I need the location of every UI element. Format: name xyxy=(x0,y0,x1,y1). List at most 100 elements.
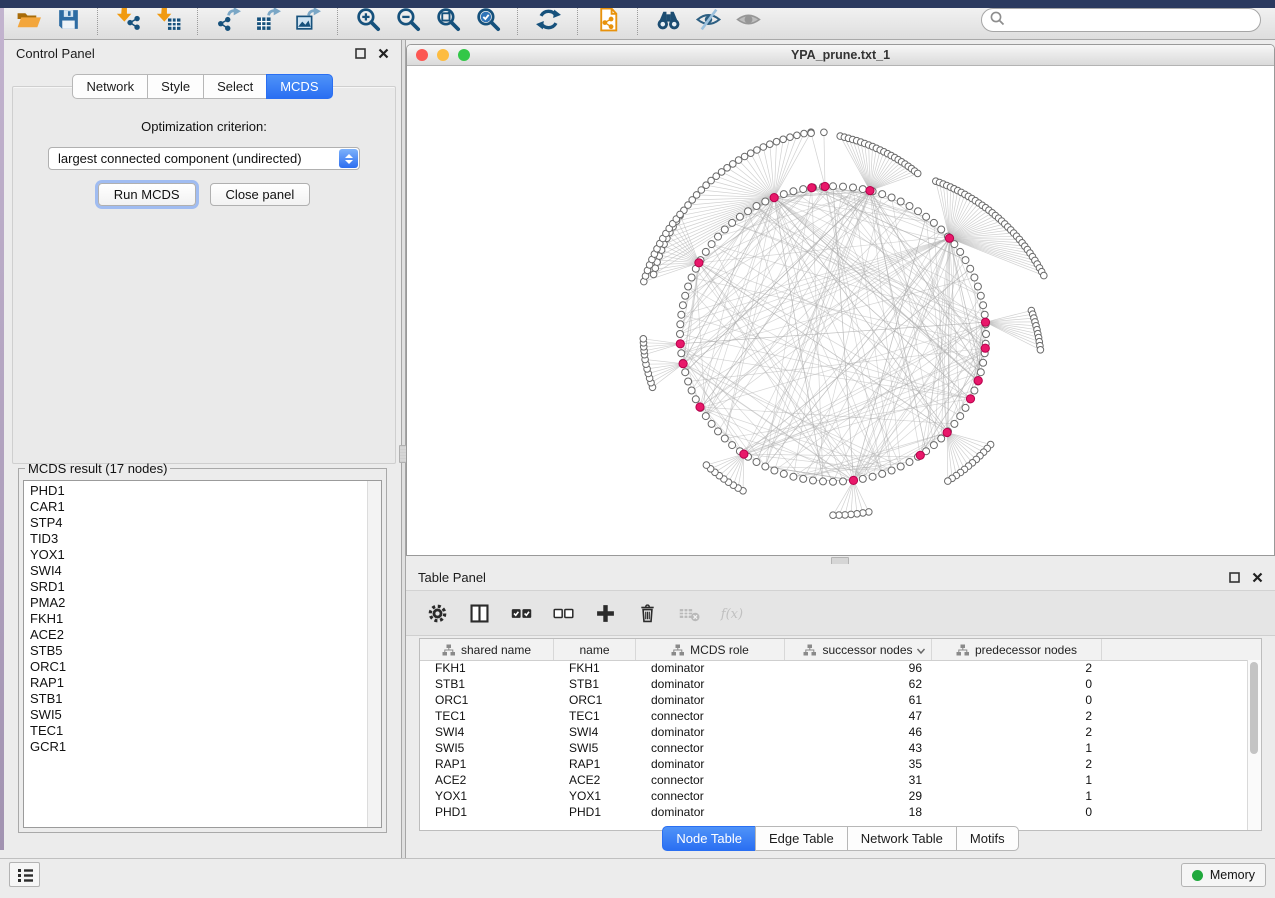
graph-node[interactable] xyxy=(930,219,937,226)
close-window-icon[interactable] xyxy=(416,49,428,61)
search-field[interactable] xyxy=(981,8,1261,32)
graph-node[interactable] xyxy=(897,463,904,470)
tab-style[interactable]: Style xyxy=(147,74,204,99)
close-panel-icon[interactable] xyxy=(378,48,389,59)
graph-node[interactable] xyxy=(729,219,736,226)
graph-node[interactable] xyxy=(830,183,837,190)
mcds-result-item[interactable]: RAP1 xyxy=(30,675,381,691)
mcds-list-scrollbar[interactable] xyxy=(367,481,381,827)
graph-leaf-node[interactable] xyxy=(801,130,808,137)
scrollbar-thumb[interactable] xyxy=(1250,662,1258,754)
graph-node[interactable] xyxy=(780,191,787,198)
graph-mcds-hub-node[interactable] xyxy=(740,450,748,458)
table-row[interactable]: SWI4SWI4dominator462 xyxy=(420,724,1248,740)
graph-node[interactable] xyxy=(708,241,715,248)
tab-edge-table[interactable]: Edge Table xyxy=(755,826,848,851)
mcds-result-item[interactable]: STB5 xyxy=(30,643,381,659)
graph-node[interactable] xyxy=(708,420,715,427)
graph-node[interactable] xyxy=(977,369,984,376)
table-row[interactable]: YOX1YOX1connector291 xyxy=(420,788,1248,804)
graph-node[interactable] xyxy=(820,478,827,485)
graph-node[interactable] xyxy=(753,459,760,466)
graph-mcds-hub-node[interactable] xyxy=(866,187,874,195)
graph-node[interactable] xyxy=(685,283,692,290)
graph-node[interactable] xyxy=(983,331,990,338)
add-column-button[interactable] xyxy=(594,602,617,625)
column-header-MCDS-role[interactable]: MCDS role xyxy=(636,639,785,660)
panel-menu-button[interactable] xyxy=(9,862,40,887)
graph-node[interactable] xyxy=(930,442,937,449)
graph-node[interactable] xyxy=(721,226,728,233)
graph-node[interactable] xyxy=(951,420,958,427)
graph-leaf-node[interactable] xyxy=(703,462,710,469)
graph-node[interactable] xyxy=(923,213,930,220)
graph-node[interactable] xyxy=(678,350,685,357)
graph-node[interactable] xyxy=(869,473,876,480)
graph-mcds-hub-node[interactable] xyxy=(676,340,684,348)
graph-node[interactable] xyxy=(850,184,857,191)
graph-node[interactable] xyxy=(682,369,689,376)
graph-leaf-node[interactable] xyxy=(1037,347,1044,354)
graph-leaf-node[interactable] xyxy=(821,129,828,136)
delete-columns-button[interactable] xyxy=(636,602,659,625)
graph-mcds-hub-node[interactable] xyxy=(981,318,989,326)
table-row[interactable]: STB1STB1dominator620 xyxy=(420,676,1248,692)
mcds-result-item[interactable]: ACE2 xyxy=(30,627,381,643)
graph-node[interactable] xyxy=(962,257,969,264)
graph-leaf-node[interactable] xyxy=(794,132,801,139)
graph-mcds-hub-node[interactable] xyxy=(849,476,857,484)
graph-node[interactable] xyxy=(957,248,964,255)
column-header-successor-nodes[interactable]: successor nodes xyxy=(785,639,932,660)
graph-node[interactable] xyxy=(736,213,743,220)
optimization-criterion-select[interactable]: largest connected component (undirected) xyxy=(48,147,360,170)
graph-node[interactable] xyxy=(938,226,945,233)
table-row[interactable]: SWI5SWI5connector431 xyxy=(420,740,1248,756)
column-header-predecessor-nodes[interactable]: predecessor nodes xyxy=(932,639,1102,660)
graph-node[interactable] xyxy=(745,208,752,215)
mcds-result-item[interactable]: STB1 xyxy=(30,691,381,707)
graph-leaf-node[interactable] xyxy=(741,153,748,160)
graph-node[interactable] xyxy=(800,186,807,193)
graph-node[interactable] xyxy=(977,292,984,299)
graph-leaf-node[interactable] xyxy=(780,136,787,143)
mcds-result-item[interactable]: PMA2 xyxy=(30,595,381,611)
graph-leaf-node[interactable] xyxy=(650,271,657,278)
graph-mcds-hub-node[interactable] xyxy=(974,377,982,385)
show-columns-button[interactable] xyxy=(468,602,491,625)
graph-leaf-node[interactable] xyxy=(640,336,647,343)
graph-mcds-hub-node[interactable] xyxy=(770,194,778,202)
table-row[interactable]: TEC1TEC1connector472 xyxy=(420,708,1248,724)
graph-node[interactable] xyxy=(771,467,778,474)
table-row[interactable]: ACE2ACE2connector311 xyxy=(420,772,1248,788)
mcds-result-item[interactable]: TID3 xyxy=(30,531,381,547)
graph-node[interactable] xyxy=(800,475,807,482)
graph-node[interactable] xyxy=(790,188,797,195)
mcds-result-list[interactable]: PHD1CAR1STP4TID3YOX1SWI4SRD1PMA2FKH1ACE2… xyxy=(23,480,382,828)
graph-leaf-node[interactable] xyxy=(945,478,952,485)
table-row[interactable]: FKH1FKH1dominator962 xyxy=(420,660,1248,676)
mcds-result-item[interactable]: SWI5 xyxy=(30,707,381,723)
mcds-result-item[interactable]: CAR1 xyxy=(30,499,381,515)
graph-node[interactable] xyxy=(688,274,695,281)
graph-node[interactable] xyxy=(702,413,709,420)
graph-node[interactable] xyxy=(967,265,974,272)
graph-node[interactable] xyxy=(830,478,837,485)
graph-leaf-node[interactable] xyxy=(760,144,767,151)
graph-node[interactable] xyxy=(859,475,866,482)
deselect-all-rows-button[interactable] xyxy=(552,602,575,625)
tab-network-table[interactable]: Network Table xyxy=(847,826,957,851)
graph-node[interactable] xyxy=(702,248,709,255)
graph-node[interactable] xyxy=(957,413,964,420)
close-panel-icon[interactable] xyxy=(1252,572,1263,583)
select-all-rows-button[interactable] xyxy=(510,602,533,625)
graph-node[interactable] xyxy=(753,203,760,210)
graph-node[interactable] xyxy=(715,233,722,240)
graph-node[interactable] xyxy=(762,198,769,205)
graph-leaf-node[interactable] xyxy=(1041,272,1048,279)
network-canvas[interactable] xyxy=(407,66,1274,556)
graph-leaf-node[interactable] xyxy=(735,157,742,164)
graph-node[interactable] xyxy=(971,387,978,394)
graph-node[interactable] xyxy=(974,283,981,290)
run-mcds-button[interactable]: Run MCDS xyxy=(98,183,196,206)
graph-leaf-node[interactable] xyxy=(747,150,754,157)
